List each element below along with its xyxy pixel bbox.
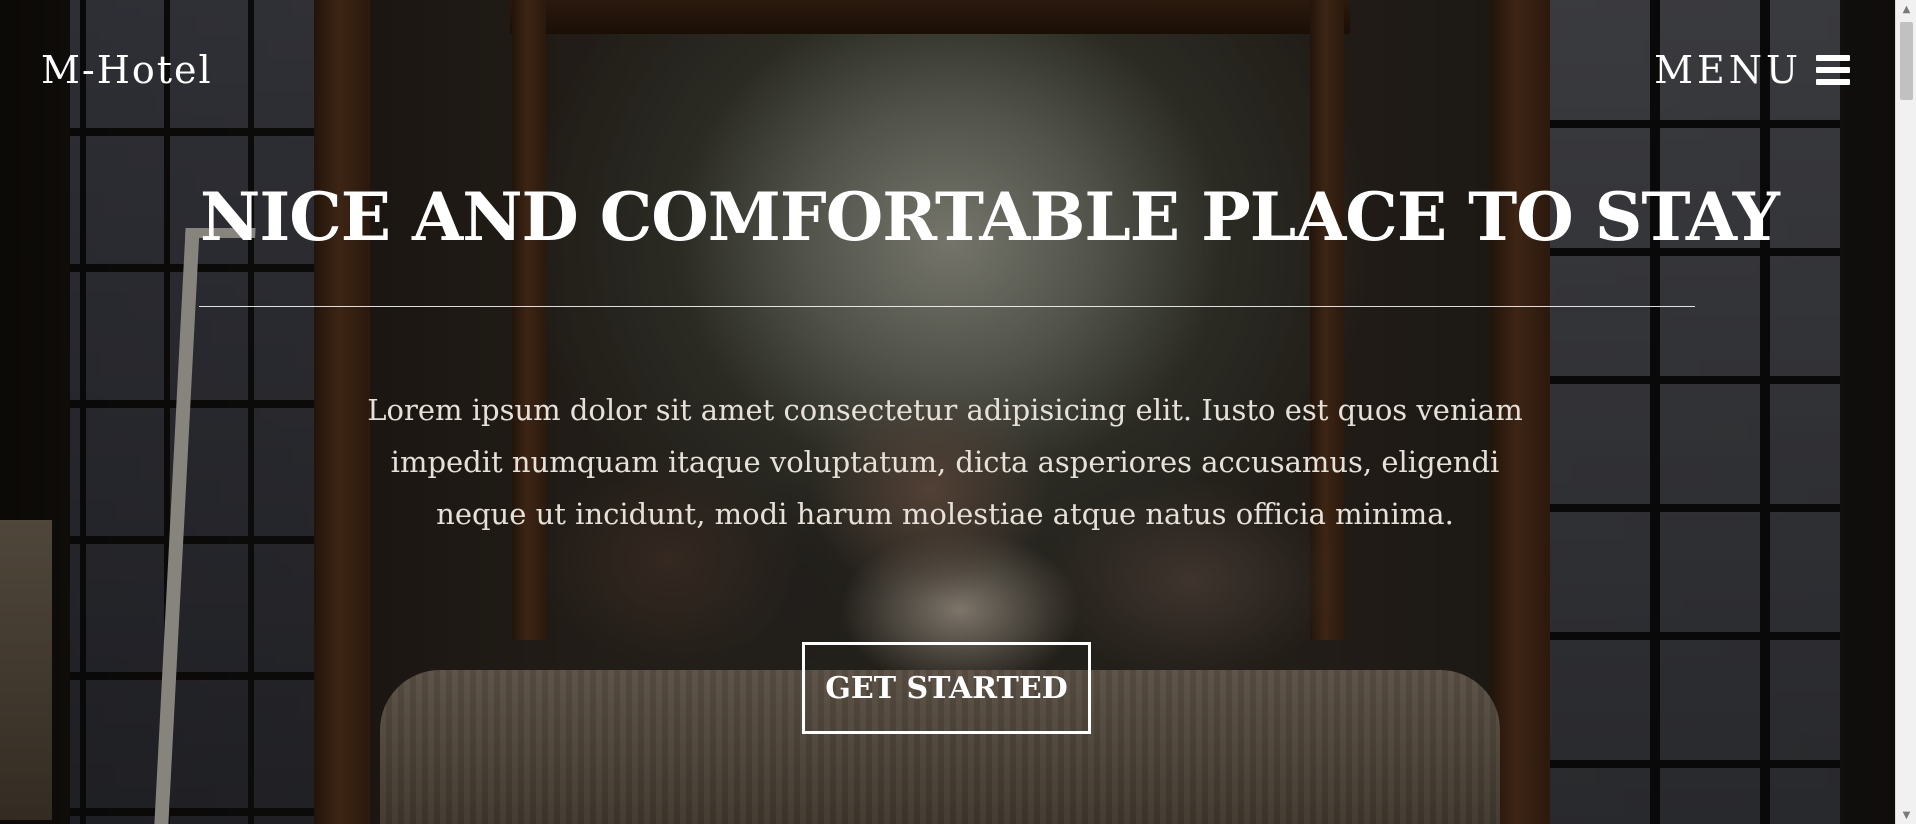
scroll-down-arrow-icon[interactable]: ▼ [1896, 806, 1916, 824]
page-scrollbar[interactable]: ▲ ▼ [1895, 0, 1916, 824]
get-started-button[interactable]: GET STARTED [802, 642, 1091, 734]
hero-lead-text: Lorem ipsum dolor sit amet consectetur a… [367, 393, 1523, 531]
headline-divider [199, 306, 1695, 307]
hamburger-icon [1816, 55, 1850, 85]
scroll-up-arrow-icon[interactable]: ▲ [1896, 0, 1916, 18]
scrollbar-thumb[interactable] [1900, 22, 1913, 100]
menu-label: MENU [1654, 48, 1802, 92]
hero-headline: NICE AND COMFORTABLE PLACE TO STAY [200, 178, 1780, 256]
menu-toggle-button[interactable]: MENU [1654, 48, 1850, 92]
brand-logo[interactable]: M-Hotel [41, 48, 213, 92]
